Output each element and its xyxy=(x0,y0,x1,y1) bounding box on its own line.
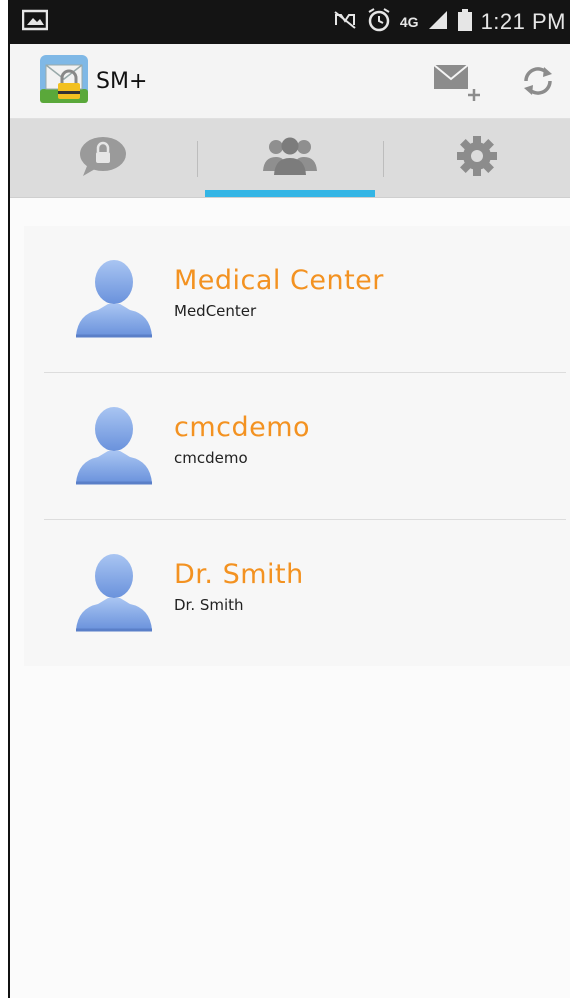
app-title: SM+ xyxy=(96,68,148,94)
gallery-icon xyxy=(21,9,49,35)
tab-messages[interactable] xyxy=(10,119,197,197)
signal-icon xyxy=(427,9,449,35)
lock-chat-icon xyxy=(77,134,129,182)
tab-contacts[interactable] xyxy=(196,119,384,197)
contact-username: MedCenter xyxy=(174,301,257,320)
refresh-icon[interactable] xyxy=(520,63,556,99)
status-time: 1:21 PM xyxy=(480,9,566,34)
network-type: 4G xyxy=(399,14,419,30)
gear-icon xyxy=(455,134,499,182)
app-logo-icon xyxy=(40,55,88,107)
contact-avatar-icon xyxy=(68,403,160,489)
contact-avatar-icon xyxy=(68,256,160,342)
phone-screen: 4G 1:21 PM SM+ Medical Center MedCenter … xyxy=(8,0,570,998)
status-bar: 4G 1:21 PM xyxy=(10,0,570,44)
contact-avatar-icon xyxy=(68,550,160,636)
contact-username: Dr. Smith xyxy=(174,595,244,614)
tab-bar xyxy=(10,119,570,198)
content-area: Medical Center MedCenter cmcdemo cmcdemo… xyxy=(10,198,570,666)
contact-username: cmcdemo xyxy=(174,448,248,467)
list-item[interactable]: Medical Center MedCenter xyxy=(24,226,570,372)
mute-icon xyxy=(332,9,358,35)
compose-mail-icon[interactable] xyxy=(432,59,482,103)
list-item[interactable]: Dr. Smith Dr. Smith xyxy=(24,520,570,666)
action-bar: SM+ xyxy=(10,44,570,119)
contact-name: Medical Center xyxy=(174,264,384,296)
contacts-icon xyxy=(260,135,320,181)
contact-list: Medical Center MedCenter cmcdemo cmcdemo… xyxy=(24,226,570,666)
tab-settings[interactable] xyxy=(383,119,570,197)
alarm-icon xyxy=(366,8,392,36)
battery-icon xyxy=(457,8,473,36)
contact-name: cmcdemo xyxy=(174,411,311,443)
contact-name: Dr. Smith xyxy=(174,558,304,590)
list-item[interactable]: cmcdemo cmcdemo xyxy=(24,373,570,519)
